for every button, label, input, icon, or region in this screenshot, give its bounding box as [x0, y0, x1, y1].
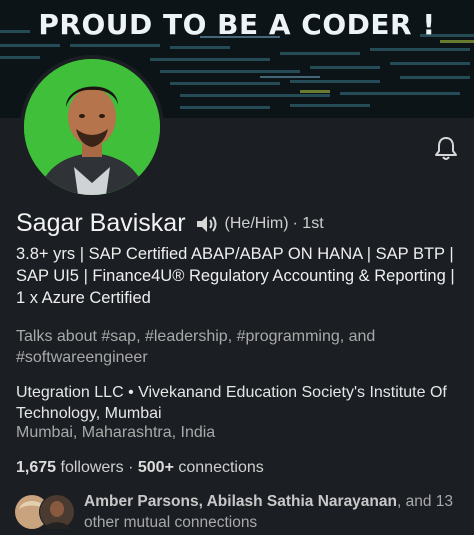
speaker-icon[interactable]: [195, 213, 219, 235]
pronouns: (He/Him): [224, 214, 289, 232]
profile-location: Mumbai, Maharashtra, India: [16, 424, 216, 441]
name-row: Sagar Baviskar (He/Him) · 1st: [16, 209, 324, 238]
connections-label[interactable]: connections: [178, 459, 263, 476]
mutual-names[interactable]: Amber Parsons, Abilash Sathia Narayanan: [84, 493, 397, 510]
mutual-connections[interactable]: Amber Parsons, Abilash Sathia Narayanan,…: [84, 491, 464, 533]
connections-count[interactable]: 500+: [138, 459, 174, 476]
profile-photo[interactable]: [20, 55, 164, 199]
bell-icon[interactable]: [432, 134, 460, 162]
profile-headline: 3.8+ yrs | SAP Certified ABAP/ABAP ON HA…: [16, 245, 455, 307]
stats-separator: ·: [128, 459, 134, 476]
profile-name: Sagar Baviskar: [16, 209, 186, 237]
followers-label[interactable]: followers: [61, 459, 124, 476]
company-education[interactable]: Utegration LLC • Vivekanand Education So…: [16, 382, 461, 424]
connection-degree: · 1st: [292, 214, 324, 232]
network-stats: 1,675 followers · 500+ connections: [16, 459, 264, 477]
followers-count[interactable]: 1,675: [16, 459, 56, 476]
talks-about: Talks about #sap, #leadership, #programm…: [16, 328, 376, 366]
banner-title: PROUD TO BE A CODER !: [38, 8, 436, 41]
person-photo-illustration: [24, 59, 160, 195]
mutual-connection-avatars[interactable]: [14, 492, 76, 532]
